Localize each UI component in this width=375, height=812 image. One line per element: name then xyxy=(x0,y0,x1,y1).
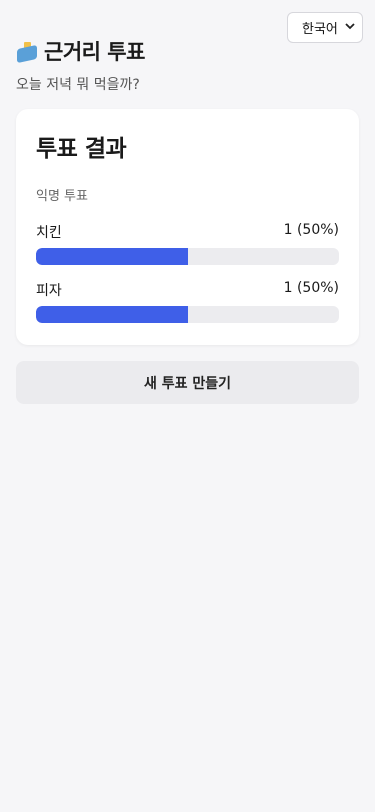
result-option: 치킨 1 (50%) xyxy=(36,222,339,265)
language-select[interactable]: 한국어 xyxy=(287,12,363,43)
option-label: 피자 xyxy=(36,283,62,299)
anonymous-vote-label: 익명 투표 xyxy=(36,189,88,204)
option-progress-fill xyxy=(36,306,188,323)
page-header: 근거리 투표 오늘 저녁 뭐 먹을까? xyxy=(16,36,145,94)
option-count: 1 (50%) xyxy=(283,222,339,238)
results-title: 투표 결과 xyxy=(36,136,127,162)
poll-question: 오늘 저녁 뭐 먹을까? xyxy=(16,77,140,93)
ballot-box-icon xyxy=(16,40,38,64)
option-label: 치킨 xyxy=(36,225,62,241)
option-count: 1 (50%) xyxy=(283,280,339,296)
language-select-value: 한국어 xyxy=(302,22,338,37)
results-card: 투표 결과 익명 투표 치킨 1 (50%) 피자 1 (50%) xyxy=(16,109,359,345)
option-progress-bar xyxy=(36,248,339,265)
result-option: 피자 1 (50%) xyxy=(36,280,339,323)
app-title: 근거리 투표 xyxy=(44,40,145,64)
option-progress-bar xyxy=(36,306,339,323)
app-title-row: 근거리 투표 xyxy=(16,36,145,66)
option-progress-fill xyxy=(36,248,188,265)
chevron-down-icon xyxy=(345,22,355,33)
new-poll-button[interactable]: 새 투표 만들기 xyxy=(16,361,359,404)
